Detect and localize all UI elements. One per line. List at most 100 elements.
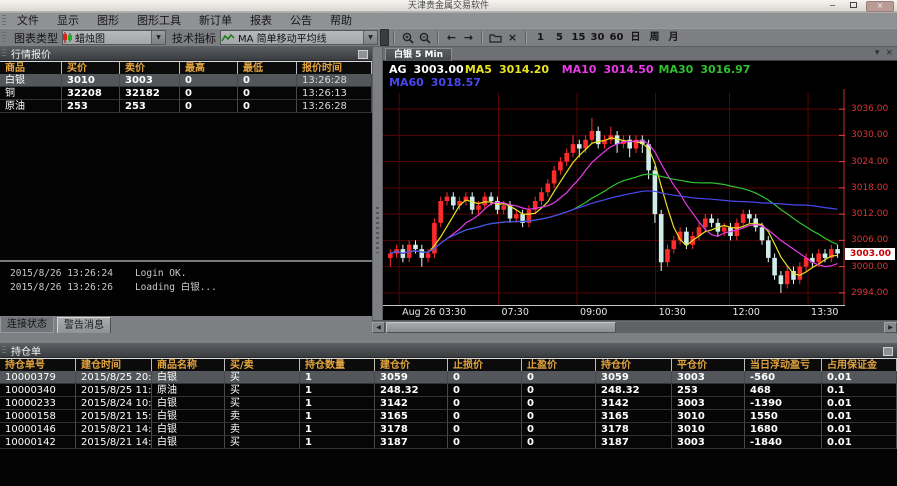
toolbar-grip[interactable] [2,32,6,44]
menu-item-chart-tools[interactable]: 图形工具 [128,13,190,28]
timeframe-month-button[interactable]: 月 [664,30,683,45]
toolbar-handle[interactable] [380,29,389,46]
position-stop-loss: 0 [448,423,522,436]
positions-panel-title: 持仓单 [8,343,41,358]
timeframe-5min-button[interactable]: 5 [550,30,569,45]
scrollbar-left-arrow[interactable]: ◀ [372,322,385,333]
position-stop-loss: 0 [448,397,522,410]
menu-item-new-order[interactable]: 新订单 [190,13,241,28]
position-order-id: 10000233 [0,397,76,410]
menu-item-help[interactable]: 帮助 [321,13,361,28]
menu-item-display[interactable]: 显示 [48,13,88,28]
position-open-price: 3059 [375,371,448,384]
legend-ma30-label: MA30 [659,63,694,76]
dock-strip [0,333,897,344]
chart-close-icon[interactable]: × [885,48,893,58]
toolbar-separator [525,31,527,44]
position-open-time: 2015/8/25 20:00:23 [76,371,152,384]
indicator-dropdown[interactable]: MA 简单移动平均线 ▼ [220,30,378,45]
position-close-price: 3010 [672,410,745,423]
legend-ma10-label: MA10 [562,63,597,76]
quote-time: 13:26:28 [297,100,372,113]
quotes-empty-area [0,113,372,260]
chart-minimize-icon[interactable]: ▾ [875,48,880,58]
log-timestamp: 2015/8/26 13:26:24 [10,268,113,279]
position-product: 白银 [152,410,225,423]
chart-type-label: 图表类型 [14,30,58,46]
log-timestamp: 2015/8/26 13:26:26 [10,282,113,293]
quote-product: 白银 [0,74,62,87]
scrollbar-thumb[interactable] [386,322,616,333]
chevron-down-icon[interactable]: ▼ [363,31,377,44]
positions-panel-grip[interactable] [2,346,6,355]
position-open-price: 3178 [375,423,448,436]
position-quantity: 1 [300,410,375,423]
position-open-time: 2015/8/21 15:11:34 [76,410,152,423]
position-product: 白银 [152,397,225,410]
menu-item-file[interactable]: 文件 [8,13,48,28]
toolbar-separator [437,31,439,44]
x-axis-label: Aug 26 03:30 [402,307,466,318]
zoom-in-button[interactable] [399,30,416,45]
chart-type-dropdown[interactable]: 蜡烛图 ▼ [62,30,166,45]
position-quantity: 1 [300,423,375,436]
zoom-out-button[interactable] [416,30,433,45]
price-axis: 3003.00 3036.003030.003024.003018.003012… [845,61,897,306]
y-axis-label: 3018.00 [851,183,888,193]
timeframe-60min-button[interactable]: 60 [607,30,626,45]
quote-product: 原油 [0,100,62,113]
restore-button[interactable] [845,2,862,11]
timeframe-1min-button[interactable]: 1 [531,30,550,45]
quotes-float-icon[interactable] [358,50,368,59]
positions-float-icon[interactable] [883,347,893,356]
log-message: Loading 白银... [135,282,217,293]
position-stop-loss: 0 [448,384,522,397]
scroll-left-button[interactable]: ← [443,30,460,45]
toolbar-separator [481,31,483,44]
position-take-profit: 0 [522,384,596,397]
minimize-button[interactable]: − [824,2,841,11]
position-margin: 0.01 [822,397,897,410]
timeframe-30min-button[interactable]: 30 [588,30,607,45]
quotes-panel-titlebar: 行情报价 [0,47,372,61]
vertical-splitter[interactable] [372,47,383,320]
quote-bid: 253 [62,100,120,113]
legend-ma5-value: 3014.20 [499,63,549,76]
scrollbar-right-arrow[interactable]: ▶ [884,322,897,333]
y-axis-label: 3006.00 [851,235,888,245]
chevron-down-icon[interactable]: ▼ [151,31,165,44]
menu-item-reports[interactable]: 报表 [241,13,281,28]
quote-time: 13:26:13 [297,87,372,100]
timeframe-15min-button[interactable]: 15 [569,30,588,45]
chart-legend-line2: MA603018.57 [389,76,482,89]
position-side: 买 [225,436,300,449]
position-order-id: 10000379 [0,371,76,384]
chart-tab-silver-5min[interactable]: 白银 5 Min [385,48,452,62]
positions-table-header: 持仓单号 建仓时间 商品名称 买/卖 持仓数量 建仓价 止损价 止盈价 持仓价 … [0,358,897,372]
timeframe-week-button[interactable]: 周 [645,30,664,45]
delete-button[interactable]: × [504,30,521,45]
quotes-panel-grip[interactable] [2,49,6,58]
y-axis-label: 3000.00 [851,262,888,272]
position-side: 买 [225,384,300,397]
close-button[interactable]: × [866,1,894,12]
open-folder-button[interactable] [487,30,504,45]
tab-connection-status[interactable]: 连接状态 [0,317,54,333]
menu-item-announcements[interactable]: 公告 [281,13,321,28]
menu-item-chart[interactable]: 图形 [88,13,128,28]
position-hold-price: 3165 [596,410,672,423]
timeframe-day-button[interactable]: 日 [626,30,645,45]
scrollbar-track[interactable] [385,322,884,333]
candlestick-chart[interactable] [383,61,845,306]
position-open-time: 2015/8/21 14:41:02 [76,436,152,449]
position-open-time: 2015/8/25 11:02:25 [76,384,152,397]
tab-warning-messages[interactable]: 警告消息 [57,317,111,334]
menubar-grip[interactable] [2,15,6,26]
scroll-right-button[interactable]: → [460,30,477,45]
quote-high: 0 [180,87,238,100]
log-message: Login OK. [135,268,186,279]
position-quantity: 1 [300,397,375,410]
quote-bid: 32208 [62,87,120,100]
chart-scrollbar: ◀ ▶ [372,320,897,333]
position-product: 白银 [152,371,225,384]
